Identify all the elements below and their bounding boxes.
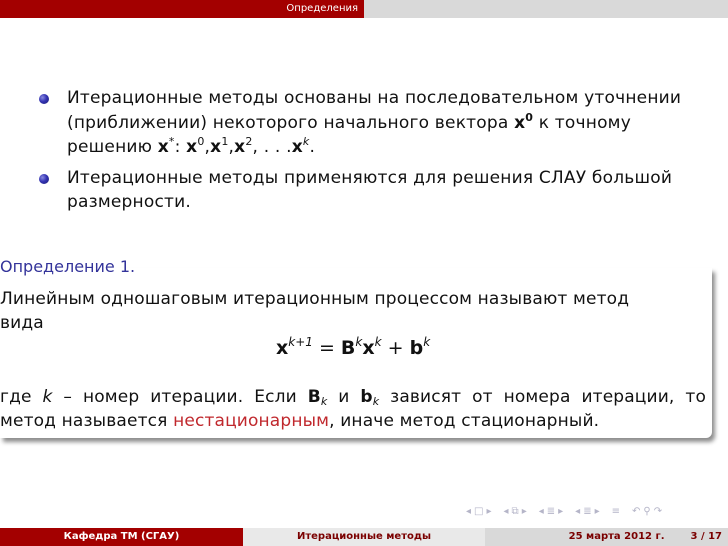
- align-icon[interactable]: ≡: [612, 505, 620, 519]
- bullet-list: Итерационные методы основаны на последов…: [34, 86, 704, 221]
- footer-page-number: 3 / 17: [690, 531, 723, 542]
- nav-subsection-group: ◂ ⧉ ▸: [504, 505, 527, 519]
- definition-text: Линейным одношаговым итерационным процес…: [0, 287, 706, 335]
- frames-icon[interactable]: ⧉: [512, 505, 519, 519]
- math-sequence: x*: x0,x1,x2, . . .xk.: [157, 135, 316, 157]
- bullet-line: Итерационные методы применяются для реше…: [67, 167, 673, 188]
- text: (приближении) некоторого начального вект…: [67, 112, 509, 133]
- forward-icon[interactable]: ↷: [654, 505, 662, 519]
- nav-section-group: ◂ ≣ ▸: [539, 505, 563, 519]
- arrow-left-icon[interactable]: ◂: [575, 505, 580, 519]
- footer-author: Кафедра ТМ (СГАУ): [0, 528, 243, 546]
- footer-bar: Кафедра ТМ (СГАУ) Итерационные методы 25…: [0, 528, 728, 546]
- alert-text: нестационарным: [173, 411, 330, 431]
- arrow-left-icon[interactable]: ◂: [466, 505, 471, 519]
- header-right-filler: [364, 0, 728, 18]
- nav-history-group: ↶ ⚲ ↷: [632, 505, 662, 519]
- section-icon[interactable]: ≣: [547, 505, 555, 519]
- bullet-ball-icon: [39, 94, 49, 104]
- definition-line: вида: [0, 313, 44, 333]
- document-icon[interactable]: ≣: [583, 505, 591, 519]
- text: к точному: [538, 112, 631, 133]
- header-bar: Определения: [0, 0, 728, 18]
- navigation-symbols: ◂ □ ▸ ◂ ⧉ ▸ ◂ ≣ ▸ ◂ ≣ ▸ ≡ ↶ ⚲ ↷: [466, 505, 670, 519]
- bullet-line: (приближении) некоторого начального вект…: [67, 111, 704, 136]
- footer-info: 25 марта 2012 г. 3 / 17: [485, 528, 728, 546]
- bullet-line: Итерационные методы основаны на последов…: [67, 88, 682, 108]
- definition-line: Линейным одношаговым итерационным процес…: [0, 289, 630, 309]
- back-icon[interactable]: ↶: [632, 505, 640, 519]
- footer-title: Итерационные методы: [243, 528, 485, 546]
- section-title[interactable]: Определения: [0, 0, 364, 18]
- bullet-item: Итерационные методы основаны на последов…: [34, 86, 704, 160]
- iteration-formula: xk+1 = Bkxk + bk: [276, 335, 431, 359]
- definition-line: метод называется нестационарным, иначе м…: [0, 411, 600, 431]
- math-vector: x0: [514, 110, 534, 133]
- arrow-right-icon[interactable]: ▸: [522, 505, 527, 519]
- arrow-right-icon[interactable]: ▸: [486, 505, 491, 519]
- definition-explanation: где k – номер итерации. Если Bk и bk зав…: [0, 385, 706, 433]
- arrow-right-icon[interactable]: ▸: [595, 505, 600, 519]
- bullet-item: Итерационные методы применяются для реше…: [34, 166, 704, 215]
- definition-title: Определение 1.: [0, 257, 136, 276]
- bullet-line: решению x*: x0,x1,x2, . . .xk.: [67, 135, 704, 160]
- bullet-ball-icon: [39, 173, 49, 184]
- bullet-line: размерности.: [67, 192, 191, 212]
- search-icon[interactable]: ⚲: [643, 505, 650, 519]
- definition-line: где k – номер итерации. Если Bk и bk зав…: [0, 387, 706, 408]
- nav-align-group: ≡: [612, 505, 620, 519]
- footer-date: 25 марта 2012 г.: [568, 531, 665, 542]
- arrow-left-icon[interactable]: ◂: [539, 505, 544, 519]
- text: решению: [67, 137, 153, 157]
- arrow-left-icon[interactable]: ◂: [504, 505, 509, 519]
- nav-frame-group: ◂ □ ▸: [466, 505, 492, 519]
- nav-document-group: ◂ ≣ ▸: [575, 505, 599, 519]
- arrow-right-icon[interactable]: ▸: [558, 505, 563, 519]
- frame-icon[interactable]: □: [474, 505, 483, 519]
